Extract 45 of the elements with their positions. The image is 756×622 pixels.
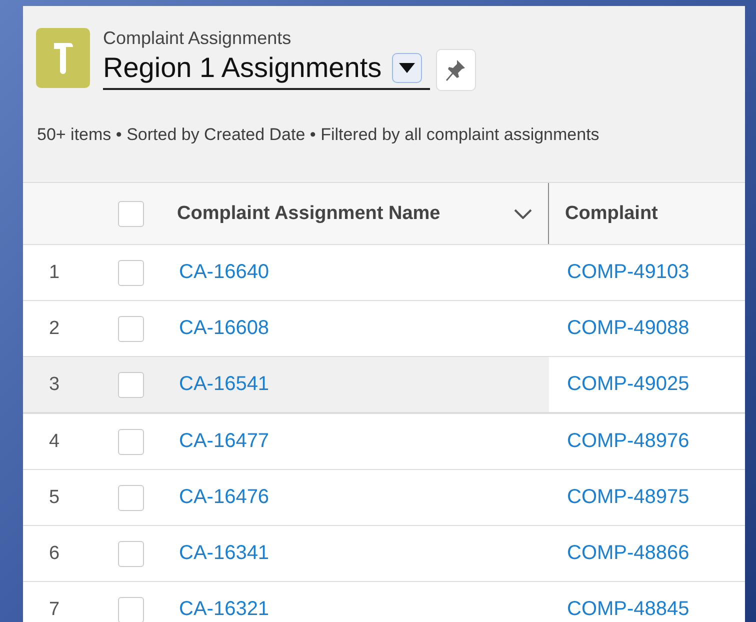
row-number: 1 [48,262,61,284]
row-number: 6 [48,542,61,564]
row-number: 7 [48,598,61,620]
record-link[interactable]: CA-16321 [179,598,270,621]
row-number: 3 [48,374,61,396]
pin-button[interactable] [436,49,476,91]
record-link[interactable]: CA-16541 [179,373,270,396]
table-row[interactable]: 4 CA-16477 COMP-48976 [23,414,745,470]
row-number: 4 [48,430,61,452]
pin-icon [446,59,466,81]
row-number: 5 [48,486,61,508]
record-link[interactable]: CA-16477 [179,430,270,453]
dropdown-button[interactable] [392,53,422,83]
column-header[interactable]: Complaint [565,202,658,224]
row-checkbox[interactable] [118,540,144,566]
row-number: 2 [48,318,61,340]
complaint-link[interactable]: COMP-49103 [567,261,690,284]
table-row[interactable]: 5 CA-16476 COMP-48975 [23,470,745,526]
row-checkbox[interactable] [118,260,144,286]
table-row[interactable]: 7 CA-16321 COMP-48845 [23,582,745,622]
table-row[interactable]: 6 CA-16341 COMP-48866 [23,526,745,582]
chevron-down-icon[interactable] [514,208,532,218]
record-link[interactable]: CA-16476 [179,486,270,509]
list-view-title: Region 1 Assignments [103,52,382,84]
record-link[interactable]: CA-16640 [179,261,270,284]
column-header[interactable]: Complaint Assignment Name [177,202,440,224]
select-all-checkbox[interactable] [118,200,144,226]
row-checkbox[interactable] [118,316,144,342]
object-label: Complaint Assignments [103,28,292,49]
row-checkbox[interactable] [118,484,144,510]
record-link[interactable]: CA-16608 [179,317,270,340]
complaint-link[interactable]: COMP-48845 [567,598,690,621]
table-row[interactable]: 3 CA-16541 COMP-49025 [23,357,745,414]
caret-down-icon [398,63,415,73]
table-row[interactable]: 2 CA-16608 COMP-49088 [23,301,745,357]
complaint-link[interactable]: COMP-48976 [567,430,690,453]
row-checkbox[interactable] [118,372,144,398]
complaint-link[interactable]: COMP-49088 [567,317,690,340]
row-checkbox[interactable] [118,596,144,622]
list-summary: 50+ items • Sorted by Created Date • Filtered by all complaint assignments [37,125,600,145]
complaint-link[interactable]: COMP-48975 [567,486,690,509]
table-row[interactable]: 1 CA-16640 COMP-49103 [23,245,745,301]
record-link[interactable]: CA-16341 [179,542,270,565]
row-checkbox[interactable] [118,428,144,454]
complaint-link[interactable]: COMP-48866 [567,542,690,565]
